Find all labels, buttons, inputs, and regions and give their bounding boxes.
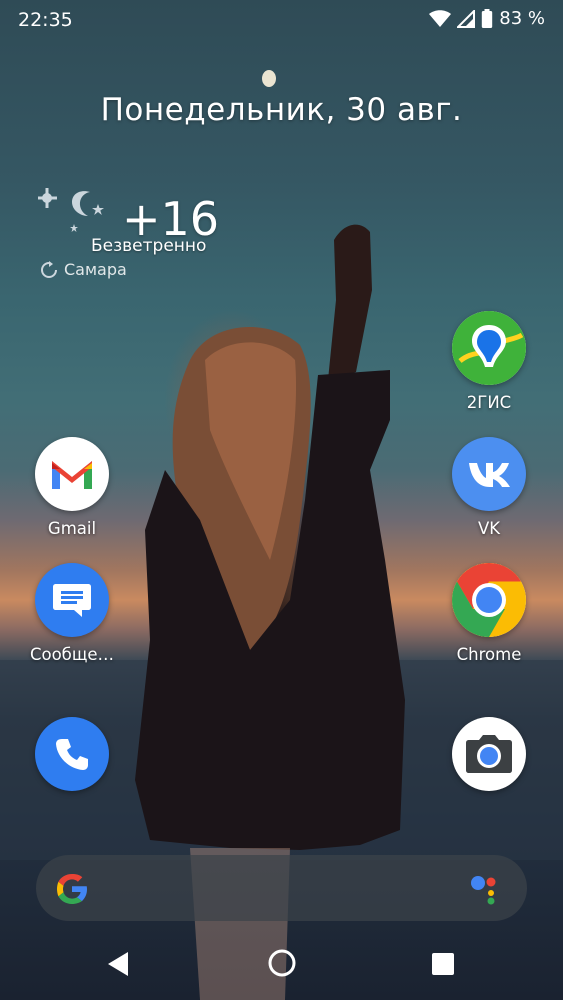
app-gmail-label: Gmail <box>47 519 97 538</box>
date-widget[interactable]: Понедельник, 30 авг. <box>0 92 563 128</box>
app-chrome-label: Chrome <box>456 645 522 664</box>
cell-signal-icon <box>457 9 476 28</box>
battery-percent: 83 % <box>499 8 545 29</box>
app-messages-label: Сообще… <box>29 645 115 664</box>
home-icon <box>268 949 296 977</box>
gmail-icon <box>35 437 109 511</box>
chrome-icon <box>452 563 526 637</box>
google-logo-icon[interactable] <box>54 871 90 907</box>
app-vk-label: VK <box>477 519 501 538</box>
refresh-icon <box>41 260 57 278</box>
assistant-icon[interactable] <box>469 873 505 905</box>
camera-icon <box>452 717 526 791</box>
app-camera[interactable] <box>434 717 544 791</box>
messages-icon <box>35 563 109 637</box>
app-2gis-label: 2ГИС <box>466 393 512 412</box>
weather-location[interactable]: Самара <box>40 260 127 279</box>
app-phone[interactable] <box>17 717 127 791</box>
status-icons: 83 % <box>429 8 545 29</box>
nav-home-button[interactable] <box>265 946 299 982</box>
weather-city: Самара <box>64 260 127 279</box>
app-messages[interactable]: Сообще… <box>17 563 127 664</box>
status-bar: 22:35 83 % <box>0 0 563 38</box>
nav-recents-button[interactable] <box>431 952 455 988</box>
google-search-bar[interactable] <box>36 855 527 921</box>
status-time: 22:35 <box>18 9 73 31</box>
phone-icon <box>35 717 109 791</box>
moon <box>262 70 276 87</box>
back-icon <box>108 952 128 976</box>
weather-condition: Безветренно <box>91 236 207 256</box>
app-gmail[interactable]: Gmail <box>17 437 127 538</box>
app-chrome[interactable]: Chrome <box>434 563 544 664</box>
recents-icon <box>432 953 454 975</box>
app-2gis[interactable]: 2ГИС <box>434 311 544 412</box>
app-vk[interactable]: VK <box>434 437 544 538</box>
battery-icon <box>482 8 493 28</box>
wifi-icon <box>429 9 452 27</box>
2gis-icon <box>452 311 526 385</box>
vk-icon <box>452 437 526 511</box>
nav-back-button[interactable] <box>104 946 132 982</box>
